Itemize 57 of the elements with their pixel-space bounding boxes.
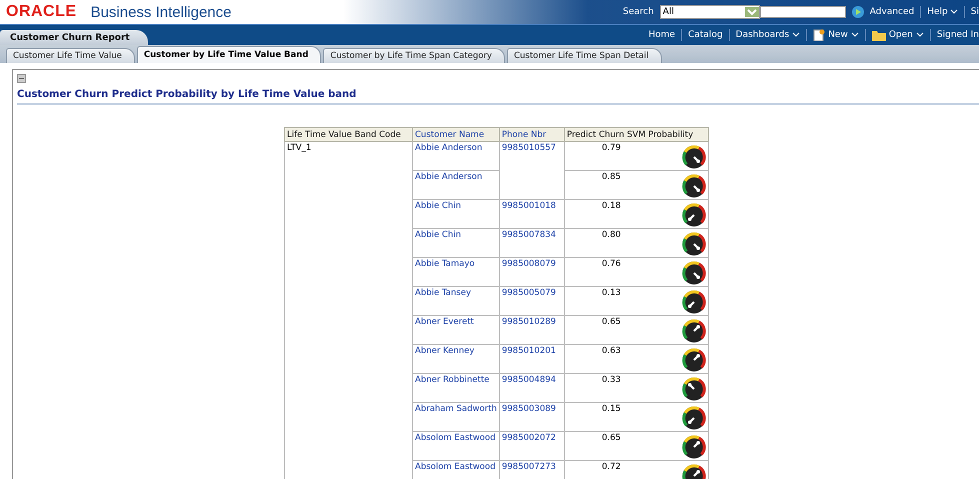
sign-out-link[interactable]: Si — [970, 7, 979, 17]
folder-icon — [872, 30, 886, 40]
phone-link[interactable]: 9985010557 — [502, 143, 556, 153]
gauge-icon — [682, 319, 706, 343]
go-icon[interactable] — [852, 6, 864, 18]
probability-value: 0.79 — [602, 143, 621, 155]
probability-value: 0.33 — [602, 375, 621, 387]
page-tab[interactable]: Customer by Life Time Value Band — [136, 46, 322, 63]
column-header[interactable]: Customer Name — [412, 128, 500, 142]
probability-value: 0.13 — [602, 288, 621, 300]
probability-value: 0.65 — [602, 433, 621, 445]
page-tab[interactable]: Customer Life Time Value — [6, 48, 135, 63]
gauge-icon — [682, 145, 706, 169]
dropdown-icon — [744, 7, 759, 17]
probability-value: 0.18 — [602, 201, 621, 213]
section-title: Customer Churn Predict Probability by Life Time Value band — [17, 89, 979, 105]
probability-value: 0.72 — [602, 462, 621, 474]
page-tab[interactable]: Customer Life Time Span Detail — [506, 48, 662, 63]
probability-value: 0.15 — [602, 404, 621, 416]
help-menu[interactable]: Help — [927, 7, 958, 17]
nav-link[interactable]: Home — [648, 30, 676, 40]
product-title: Business Intelligence — [90, 4, 232, 20]
dashboard-tab[interactable]: Customer Churn Report — [0, 30, 148, 45]
oracle-logo: ORACLE — [6, 3, 77, 21]
column-header[interactable]: Phone Nbr — [499, 128, 564, 142]
advanced-link[interactable]: Advanced — [870, 7, 914, 17]
gauge-icon — [682, 174, 706, 198]
nav-link[interactable]: Catalog — [688, 30, 723, 40]
gauge-icon — [682, 348, 706, 372]
probability-value: 0.76 — [602, 259, 621, 271]
gauge-icon — [682, 232, 706, 256]
caret-icon — [950, 9, 958, 15]
column-header: Life Time Value Band Code — [284, 128, 412, 142]
gauge-icon — [682, 435, 706, 459]
customer-name-link[interactable]: Abbie Chin — [415, 201, 461, 211]
probability-value: 0.63 — [602, 346, 621, 358]
nav-link[interactable]: Dashboards — [736, 30, 800, 40]
gauge-icon — [682, 290, 706, 314]
probability-value: 0.80 — [602, 230, 621, 242]
nav-link[interactable]: Signed In — [936, 30, 979, 40]
gauge-icon — [682, 203, 706, 227]
new-document-icon — [813, 29, 826, 41]
band-code: LTV_1 — [287, 143, 312, 153]
search-field[interactable] — [760, 6, 846, 18]
page-tab[interactable]: Customer by Life Time Span Category — [323, 48, 505, 63]
gauge-icon — [682, 261, 706, 285]
search-label: Search — [622, 7, 654, 17]
collapse-icon[interactable] — [17, 74, 26, 83]
nav-link[interactable]: New — [813, 29, 859, 41]
customer-name-link[interactable]: Abbie Chin — [415, 230, 461, 240]
probability-value: 0.65 — [602, 317, 621, 329]
column-header: Predict Churn SVM Probability — [564, 128, 708, 142]
search-scope-dropdown[interactable]: All — [660, 5, 760, 19]
probability-value: 0.85 — [602, 172, 621, 184]
gauge-icon — [682, 406, 706, 430]
gauge-icon — [682, 377, 706, 401]
nav-link[interactable]: Open — [872, 30, 924, 40]
